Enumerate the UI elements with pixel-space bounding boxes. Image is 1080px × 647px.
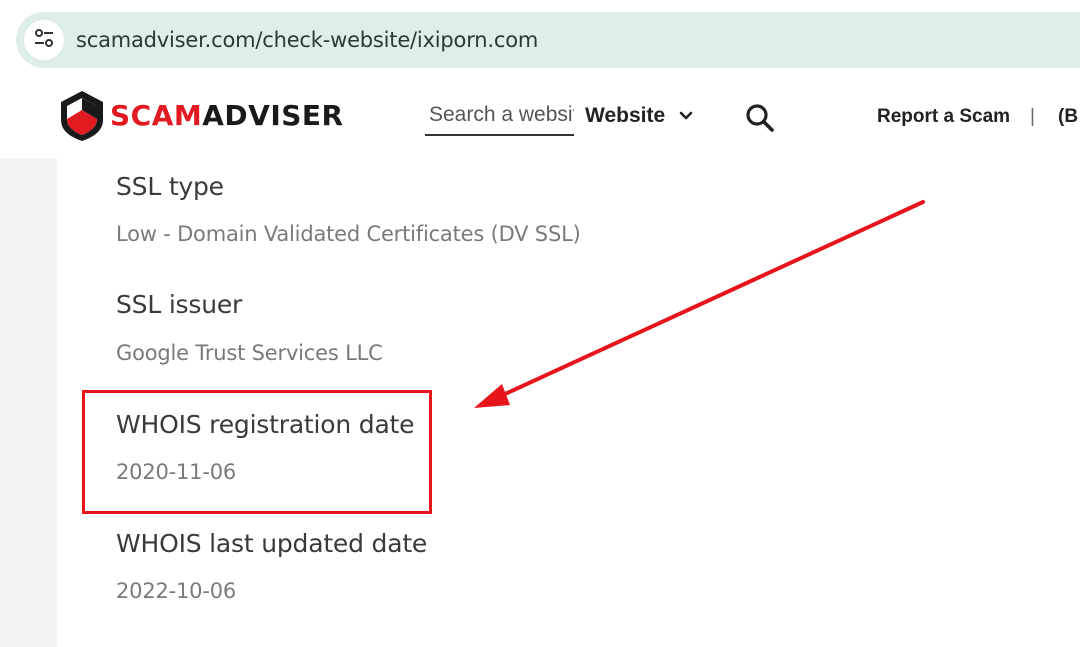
ssl-type-label: SSL type xyxy=(116,172,224,201)
search-type-dropdown[interactable]: Website xyxy=(585,100,693,132)
site-info-button[interactable] xyxy=(24,20,64,60)
address-bar[interactable]: scamadviser.com/check-website/ixiporn.co… xyxy=(16,12,1080,68)
page-gutter xyxy=(0,158,57,647)
search-icon xyxy=(744,104,776,138)
url-text[interactable]: scamadviser.com/check-website/ixiporn.co… xyxy=(76,12,538,68)
nav-link-truncated[interactable]: (B xyxy=(1058,106,1078,128)
whois-updated-value: 2022-10-06 xyxy=(116,579,237,603)
scamadviser-logo[interactable]: SCAMADVISER xyxy=(60,90,344,142)
ssl-type-value: Low - Domain Validated Certificates (DV … xyxy=(116,222,581,246)
browser-toolbar: scamadviser.com/check-website/ixiporn.co… xyxy=(0,0,1080,81)
ssl-issuer-label: SSL issuer xyxy=(116,290,243,319)
ssl-issuer-value: Google Trust Services LLC xyxy=(116,341,383,365)
chevron-down-icon xyxy=(679,111,693,121)
annotation-highlight-box xyxy=(82,390,432,514)
tune-icon xyxy=(33,27,55,54)
search-type-label: Website xyxy=(585,104,666,127)
site-header: SCAMADVISER Website Report a Scam | (B xyxy=(0,80,1080,158)
search-button[interactable] xyxy=(744,102,776,134)
report-scam-link[interactable]: Report a Scam xyxy=(877,106,1010,128)
shield-logo-icon xyxy=(60,90,104,142)
website-search-input[interactable] xyxy=(425,96,574,136)
nav-divider: | xyxy=(1030,106,1035,127)
logo-wordmark: SCAMADVISER xyxy=(110,99,344,132)
whois-updated-label: WHOIS last updated date xyxy=(116,529,428,558)
